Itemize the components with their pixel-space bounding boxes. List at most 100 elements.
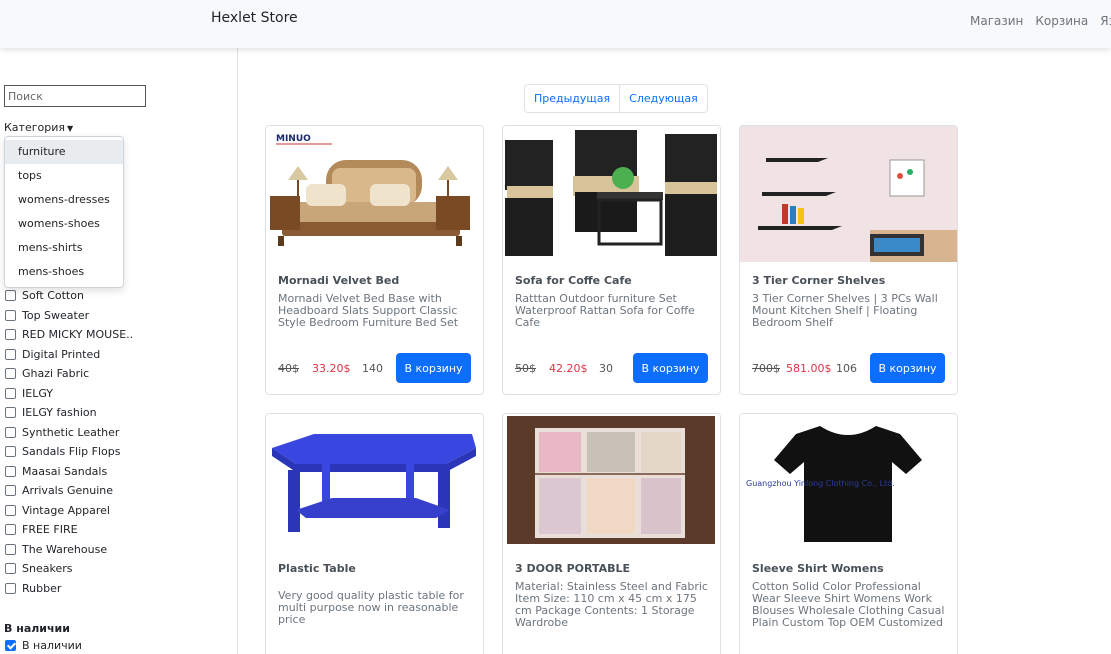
brand-filter-label: Sneakers [22, 562, 73, 576]
product-card: Plastic Table Very good quality plastic … [265, 413, 484, 654]
brand-filter-item[interactable]: Vintage Apparel [5, 501, 133, 521]
brand-filter-item[interactable]: Rubber [5, 579, 133, 599]
next-page-button[interactable]: Следующая [619, 85, 707, 112]
add-to-cart-button[interactable]: В корзину [633, 353, 708, 383]
category-label: Категория [4, 121, 65, 134]
stock-filter-title: В наличии [4, 622, 70, 635]
nav-link-language[interactable]: Язык [1100, 14, 1111, 28]
sale-price: 42.20$ [549, 362, 588, 375]
product-footer: 40$ 33.20$ 140 В корзину [278, 353, 474, 383]
brand-filter-label: Maasai Sandals [22, 464, 108, 478]
checkbox[interactable] [5, 582, 16, 594]
checkbox[interactable] [5, 290, 16, 302]
product-card: 3 Tier Corner Shelves 3 Tier Corner Shel… [739, 125, 958, 395]
brand-filter-label: Vintage Apparel [22, 503, 110, 517]
product-description: Very good quality plastic table for mult… [278, 589, 464, 626]
product-image-bed[interactable]: MINUO [266, 126, 483, 262]
brand-filter-label: IELGY [22, 386, 54, 400]
brand-filter-item[interactable]: FREE FIRE [5, 520, 133, 540]
brand-filter-item[interactable]: Soft Cotton [5, 286, 133, 306]
nav-link-shop[interactable]: Магазин [970, 14, 1023, 28]
product-footer: 700$ 581.00$ 106 В корзину [752, 353, 948, 383]
old-price: 40$ [278, 362, 299, 375]
checkbox[interactable] [5, 387, 16, 399]
product-footer: 50$ 42.20$ 30 В корзину [515, 353, 711, 383]
search-input[interactable] [4, 85, 146, 107]
product-card: MINUO Mornadi Velvet Bed Mornadi Velvet … [265, 125, 484, 395]
product-image-black-shirt[interactable]: Guangzhou Yinlong Clothing Co., Ltd. [740, 414, 957, 550]
checkbox[interactable] [5, 426, 16, 438]
checkbox[interactable] [5, 446, 16, 458]
sale-price: 33.20$ [312, 362, 351, 375]
product-image-sofa-set[interactable] [503, 126, 720, 262]
category-option-mens-shirts[interactable]: mens-shirts [5, 236, 123, 260]
checkbox[interactable] [5, 368, 16, 380]
stock-filter-item[interactable]: В наличии [5, 639, 82, 652]
brand-filter-item[interactable]: Synthetic Leather [5, 423, 133, 443]
navbar: Hexlet Store Магазин Корзина Язык [0, 0, 1111, 48]
product-description: Cotton Solid Color Professional Wear Sle… [752, 580, 945, 629]
product-description: 3 Tier Corner Shelves | 3 PCs Wall Mount… [752, 292, 938, 329]
brand-filter-item[interactable]: RED MICKY MOUSE.. [5, 325, 133, 345]
product-card: Sofa for Coffe Cafe Ratttan Outdoor furn… [502, 125, 721, 395]
brand-filter-item[interactable]: The Warehouse [5, 540, 133, 560]
add-to-cart-button[interactable]: В корзину [396, 353, 471, 383]
nav-link-cart[interactable]: Корзина [1035, 14, 1088, 28]
category-option-tops[interactable]: tops [5, 164, 123, 188]
category-option-furniture[interactable]: furniture [5, 140, 123, 164]
filter-sidebar: Категория▼ furniture tops womens-dresses… [0, 48, 238, 654]
brand-filter-label: Sandals Flip Flops [22, 445, 121, 459]
brand-filter-item[interactable]: Sandals Flip Flops [5, 442, 133, 462]
product-image-wardrobe[interactable] [503, 414, 720, 550]
stock-checkbox[interactable] [5, 640, 16, 651]
stock-count: 30 [599, 362, 613, 375]
brand-filter-item[interactable]: Sneakers [5, 559, 133, 579]
brand-filter-label: Digital Printed [22, 347, 101, 361]
checkbox[interactable] [5, 524, 16, 536]
brand-filter-label: Top Sweater [22, 308, 90, 322]
checkbox[interactable] [5, 504, 16, 516]
product-title[interactable]: Plastic Table [278, 562, 356, 575]
brand-filter-item[interactable]: Digital Printed [5, 345, 133, 365]
product-title[interactable]: Sleeve Shirt Womens [752, 562, 884, 575]
checkbox[interactable] [5, 563, 16, 575]
brand-filter-label: Soft Cotton [22, 289, 84, 303]
category-dropdown-toggle[interactable]: Категория ▼ [4, 121, 73, 134]
checkbox[interactable] [5, 485, 16, 497]
category-dropdown-menu: furniture tops womens-dresses womens-sho… [4, 136, 124, 288]
brand-filter-label: FREE FIRE [22, 523, 78, 537]
checkbox[interactable] [5, 465, 16, 477]
category-option-womens-shoes[interactable]: womens-shoes [5, 212, 123, 236]
brand-link[interactable]: Hexlet Store [211, 10, 298, 26]
product-image-corner-shelves[interactable] [740, 126, 957, 262]
old-price: 700$ [752, 362, 780, 375]
product-description: Material: Stainless Steel and Fabric Ite… [515, 580, 708, 629]
old-price: 50$ [515, 362, 536, 375]
checkbox[interactable] [5, 543, 16, 555]
brand-filter-item[interactable]: IELGY fashion [5, 403, 133, 423]
prev-page-button[interactable]: Предыдущая [525, 85, 619, 112]
sale-price: 581.00$ [786, 362, 832, 375]
checkbox[interactable] [5, 348, 16, 360]
add-to-cart-button[interactable]: В корзину [870, 353, 945, 383]
brand-filter-item[interactable]: IELGY [5, 384, 133, 404]
checkbox[interactable] [5, 329, 16, 341]
brand-filter-item[interactable]: Top Sweater [5, 306, 133, 326]
category-option-mens-shoes[interactable]: mens-shoes [5, 260, 123, 284]
product-title[interactable]: 3 DOOR PORTABLE [515, 562, 630, 575]
brand-filter-item[interactable]: Arrivals Genuine [5, 481, 133, 501]
checkbox[interactable] [5, 407, 16, 419]
brand-filter-item[interactable]: Maasai Sandals [5, 462, 133, 482]
brand-filter-label: RED MICKY MOUSE.. [22, 328, 134, 342]
brand-filter-item[interactable]: Ghazi Fabric [5, 364, 133, 384]
product-card: Guangzhou Yinlong Clothing Co., Ltd. Sle… [739, 413, 958, 654]
product-image-plastic-table[interactable] [266, 414, 483, 550]
brand-filter-list: Soft Cotton Top Sweater RED MICKY MOUSE.… [5, 286, 133, 598]
product-title[interactable]: Sofa for Coffe Cafe [515, 274, 632, 287]
stock-count: 106 [836, 362, 857, 375]
stock-count: 140 [362, 362, 383, 375]
checkbox[interactable] [5, 309, 16, 321]
category-option-womens-dresses[interactable]: womens-dresses [5, 188, 123, 212]
product-title[interactable]: Mornadi Velvet Bed [278, 274, 399, 287]
product-title[interactable]: 3 Tier Corner Shelves [752, 274, 885, 287]
